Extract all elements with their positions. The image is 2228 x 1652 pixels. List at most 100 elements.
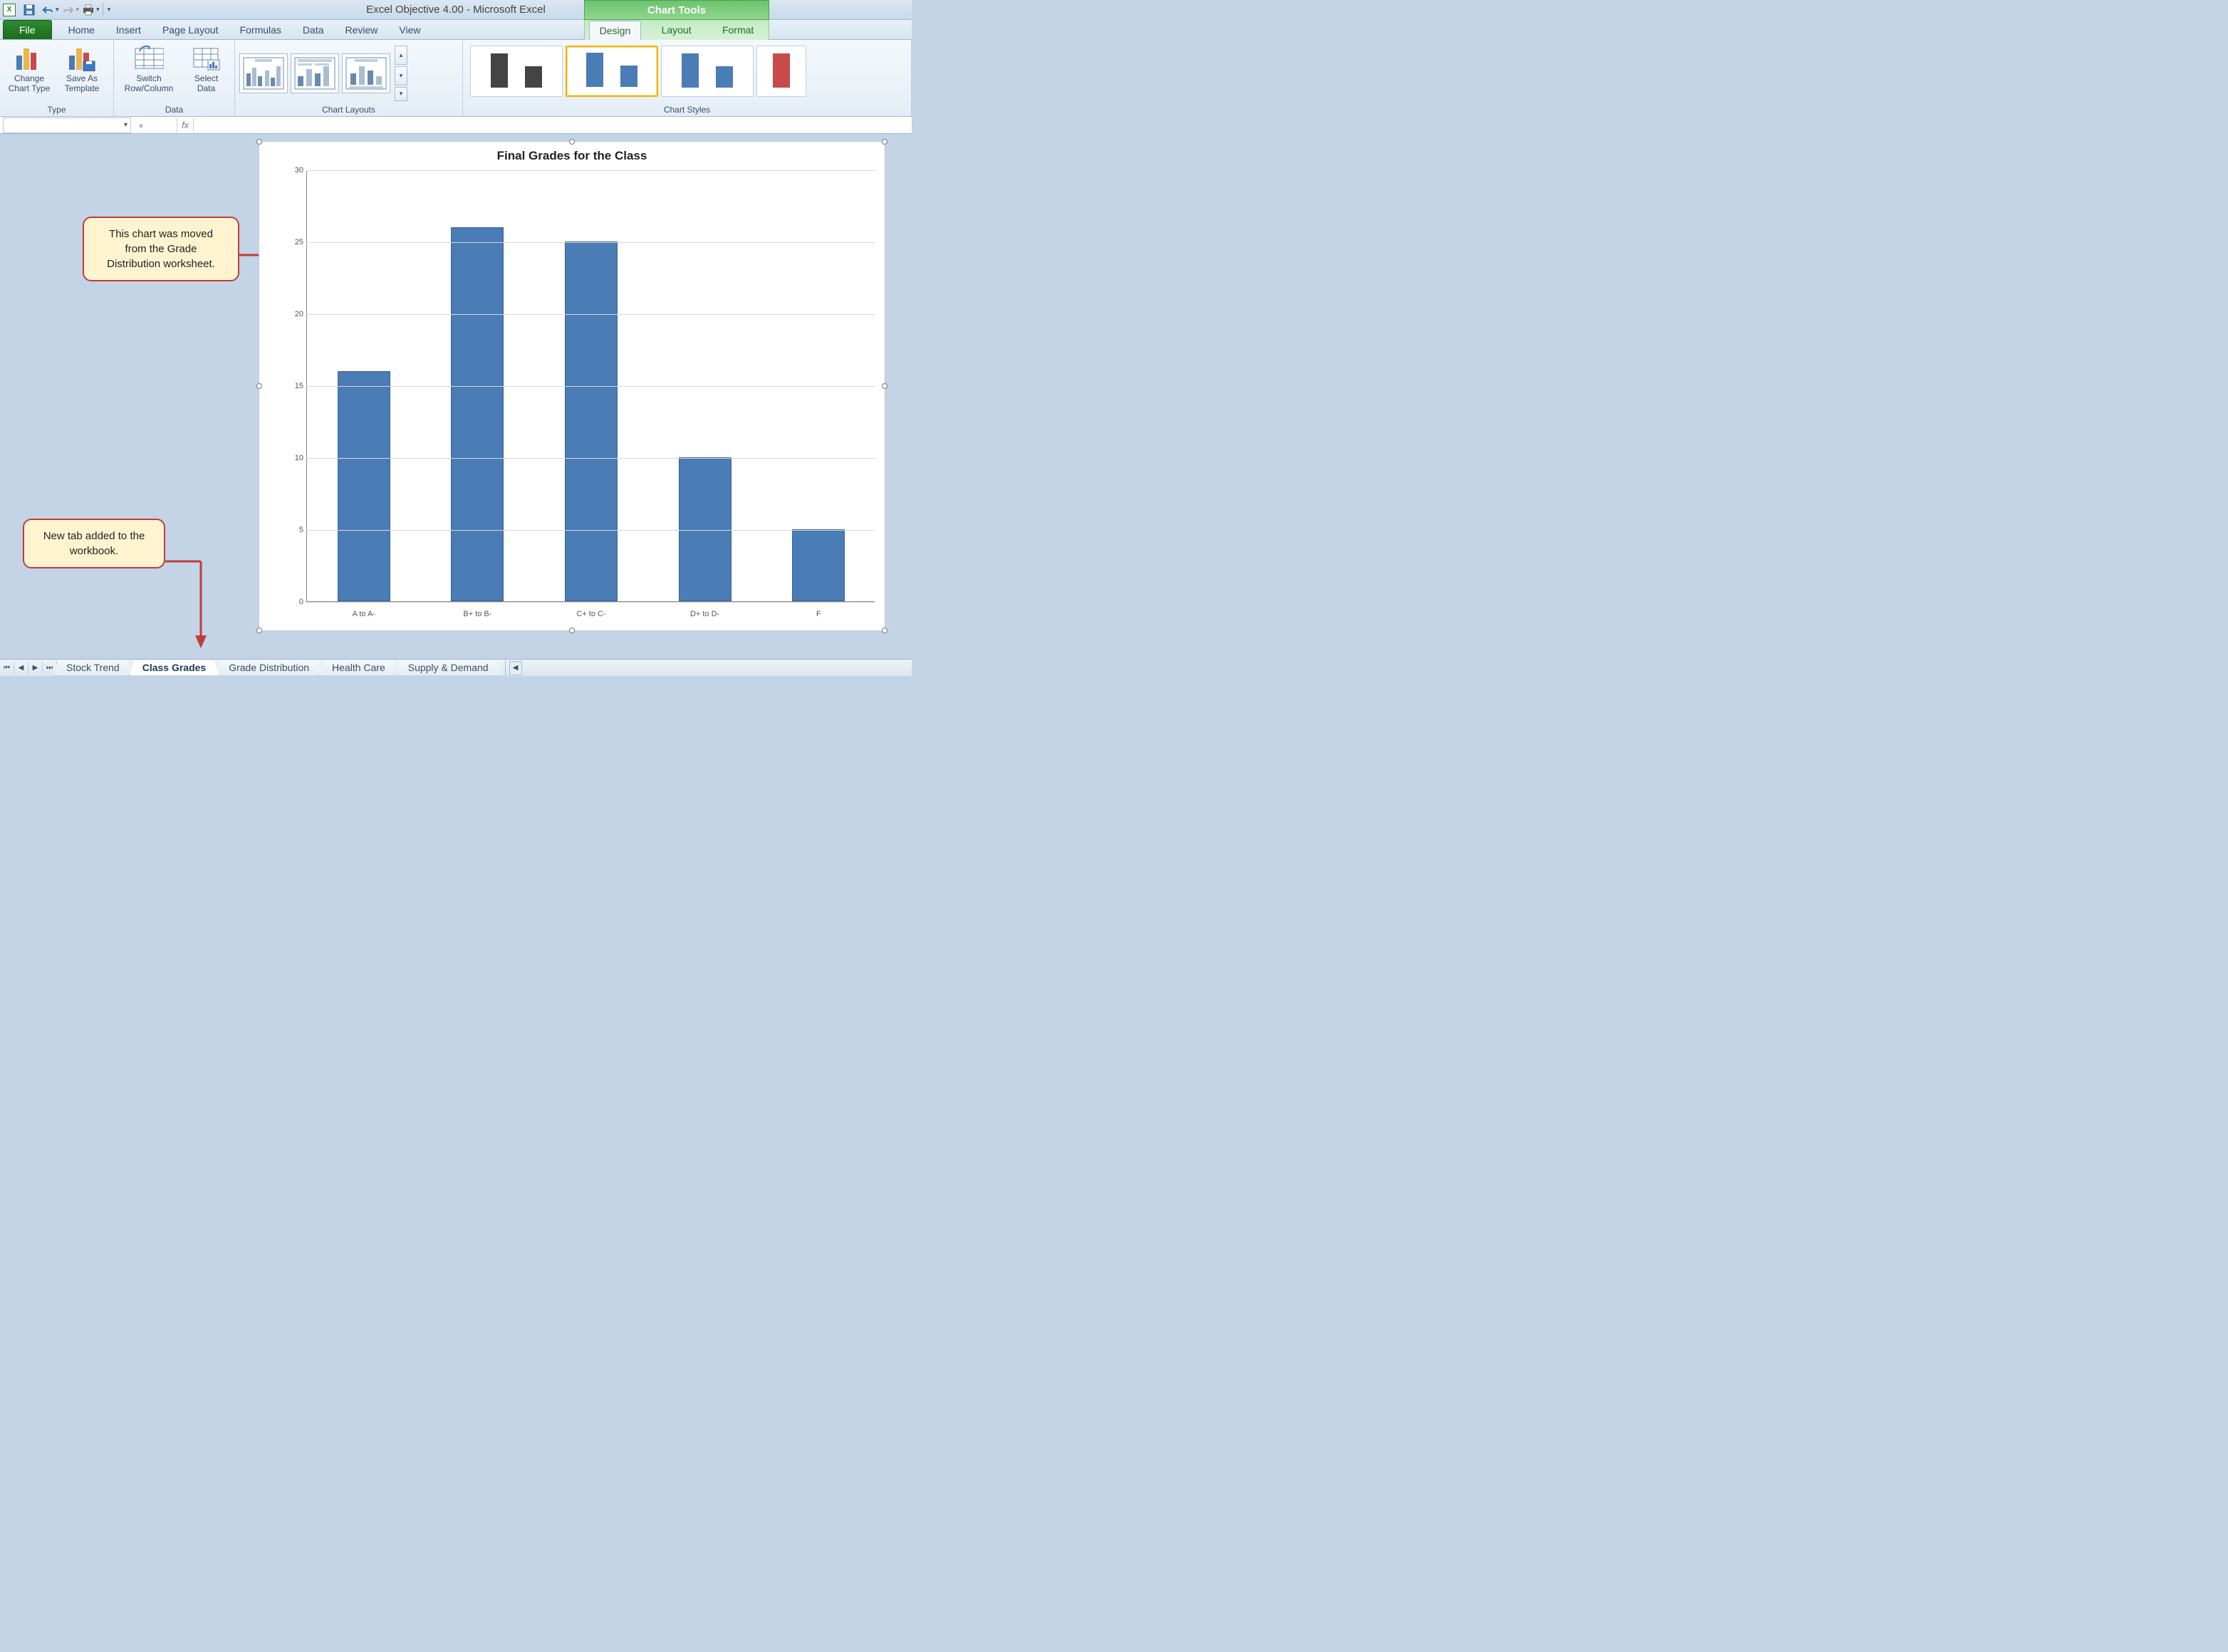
- formula-input[interactable]: [194, 118, 912, 133]
- switch-row-column-button[interactable]: Switch Row/Column: [118, 43, 179, 95]
- context-tab-header: Chart Tools: [584, 0, 769, 20]
- chart-bar[interactable]: [679, 457, 732, 601]
- sheet-nav-prev[interactable]: ◀: [14, 661, 28, 675]
- tab-review[interactable]: Review: [335, 20, 389, 39]
- chart-gridline: [306, 602, 875, 603]
- print-dropdown-icon[interactable]: ▾: [96, 6, 100, 14]
- resize-handle[interactable]: [569, 628, 575, 633]
- switch-row-column-label: Switch Row/Column: [120, 73, 177, 93]
- chart-xtick-label: D+ to D-: [690, 610, 719, 618]
- sheet-scroll-left[interactable]: ◀: [509, 661, 522, 675]
- select-data-icon: [192, 45, 222, 72]
- chart-ytick-label: 20: [295, 310, 303, 318]
- save-as-template-button[interactable]: Save As Template: [57, 43, 107, 95]
- chart-layout-3[interactable]: [342, 53, 390, 93]
- formula-bar: ● fx: [0, 117, 912, 134]
- tab-view[interactable]: View: [388, 20, 431, 39]
- quick-print-button[interactable]: [80, 2, 97, 18]
- resize-handle[interactable]: [256, 139, 262, 145]
- sheet-nav-first[interactable]: ⏮: [0, 661, 14, 675]
- chart-layouts-scroll-down[interactable]: ▾: [395, 66, 407, 85]
- chart-bar[interactable]: [792, 529, 845, 601]
- bar-chart-icon: [14, 45, 44, 72]
- callout-new-tab-text: New tab added to the workbook.: [43, 530, 145, 557]
- resize-handle[interactable]: [882, 628, 887, 633]
- undo-button[interactable]: [39, 2, 56, 18]
- tab-formulas[interactable]: Formulas: [229, 20, 292, 39]
- tab-page-layout[interactable]: Page Layout: [152, 20, 229, 39]
- chart-xtick-label: A to A-: [353, 610, 375, 618]
- ribbon: Change Chart Type Save As Template Type …: [0, 40, 912, 117]
- change-chart-type-label: Change Chart Type: [6, 73, 52, 93]
- chart-bar[interactable]: [565, 241, 618, 601]
- ribbon-tabs: File Home Insert Page Layout Formulas Da…: [0, 20, 912, 40]
- chart-layouts-more[interactable]: ▾: [395, 87, 407, 101]
- undo-dropdown-icon[interactable]: ▾: [56, 6, 59, 14]
- chart-style-3[interactable]: [661, 46, 754, 97]
- formula-cancel-icon: ●: [134, 118, 148, 133]
- excel-app-icon[interactable]: X: [3, 4, 16, 16]
- chart-gridline: [306, 530, 875, 531]
- tab-home[interactable]: Home: [58, 20, 105, 39]
- switch-icon: [134, 45, 164, 72]
- arrow-icon: [165, 559, 222, 651]
- sheet-tab-grade-distribution[interactable]: Grade Distribution: [215, 660, 323, 676]
- tab-format[interactable]: Format: [712, 20, 764, 39]
- select-data-button[interactable]: Select Data: [182, 43, 230, 95]
- fx-button[interactable]: fx: [177, 118, 194, 133]
- resize-handle[interactable]: [569, 139, 575, 145]
- save-template-icon: [67, 45, 97, 72]
- sheet-tab-health-care[interactable]: Health Care: [318, 660, 399, 676]
- group-chart-styles-label: Chart Styles: [467, 103, 907, 115]
- name-box[interactable]: [3, 118, 131, 133]
- callout-chart-moved: This chart was moved from the Grade Dist…: [83, 217, 239, 281]
- file-tab[interactable]: File: [3, 20, 52, 39]
- chart-layouts-scroll-up[interactable]: ▴: [395, 46, 407, 65]
- chart-bar[interactable]: [338, 371, 390, 601]
- chart-gridline: [306, 314, 875, 315]
- chart-style-4[interactable]: [756, 46, 806, 97]
- chart-bar[interactable]: [451, 227, 504, 601]
- customize-qat-icon[interactable]: ▾: [108, 6, 111, 14]
- resize-handle[interactable]: [256, 628, 262, 633]
- group-type-label: Type: [4, 103, 109, 115]
- select-data-label: Select Data: [184, 73, 228, 93]
- chart-style-2[interactable]: [566, 46, 658, 97]
- chart-ytick-label: 30: [295, 166, 303, 175]
- tab-insert[interactable]: Insert: [105, 20, 152, 39]
- chart-gridline: [306, 458, 875, 459]
- chart-layout-2[interactable]: [291, 53, 339, 93]
- group-chart-styles: Chart Styles: [463, 40, 912, 116]
- tab-data[interactable]: Data: [292, 20, 335, 39]
- group-chart-layouts-label: Chart Layouts: [239, 103, 458, 115]
- chart-object[interactable]: Final Grades for the Class 051015202530 …: [259, 141, 885, 631]
- resize-handle[interactable]: [882, 383, 887, 389]
- chart-gridline: [306, 170, 875, 171]
- redo-button[interactable]: [60, 2, 77, 18]
- change-chart-type-button[interactable]: Change Chart Type: [4, 43, 54, 95]
- chart-style-1[interactable]: [470, 46, 563, 97]
- chart-title[interactable]: Final Grades for the Class: [259, 142, 885, 166]
- chart-ytick-label: 25: [295, 238, 303, 246]
- chart-layout-1[interactable]: [239, 53, 288, 93]
- chart-gridline: [306, 386, 875, 387]
- chart-gridline: [306, 242, 875, 243]
- callout-new-tab: New tab added to the workbook.: [23, 519, 165, 568]
- worksheet-area: This chart was moved from the Grade Dist…: [0, 134, 912, 659]
- chart-xtick-label: F: [816, 610, 821, 618]
- sheet-tab-class-grades[interactable]: Class Grades: [129, 660, 220, 676]
- sheet-tab-supply-demand[interactable]: Supply & Demand: [395, 660, 502, 676]
- sheet-tab-stock-trend[interactable]: Stock Trend: [53, 660, 133, 676]
- chart-ytick-label: 5: [299, 526, 303, 534]
- tab-layout[interactable]: Layout: [651, 20, 702, 39]
- save-button[interactable]: [21, 2, 38, 18]
- group-data: Switch Row/Column Select Data Data: [114, 40, 235, 116]
- sheet-tab-bar: ⏮ ◀ ▶ ⏭ Stock Trend Class Grades Grade D…: [0, 659, 912, 676]
- quick-access-toolbar: X ▾ ▾ ▾ ▾ Excel Objective 4.00 - Microso…: [0, 0, 912, 20]
- resize-handle[interactable]: [882, 139, 887, 145]
- tab-design[interactable]: Design: [589, 21, 642, 40]
- chart-plot-area[interactable]: 051015202530 A to A-B+ to B-C+ to C-D+ t…: [285, 170, 875, 602]
- resize-handle[interactable]: [256, 383, 262, 389]
- sheet-nav-next[interactable]: ▶: [28, 661, 43, 675]
- group-type: Change Chart Type Save As Template Type: [0, 40, 114, 116]
